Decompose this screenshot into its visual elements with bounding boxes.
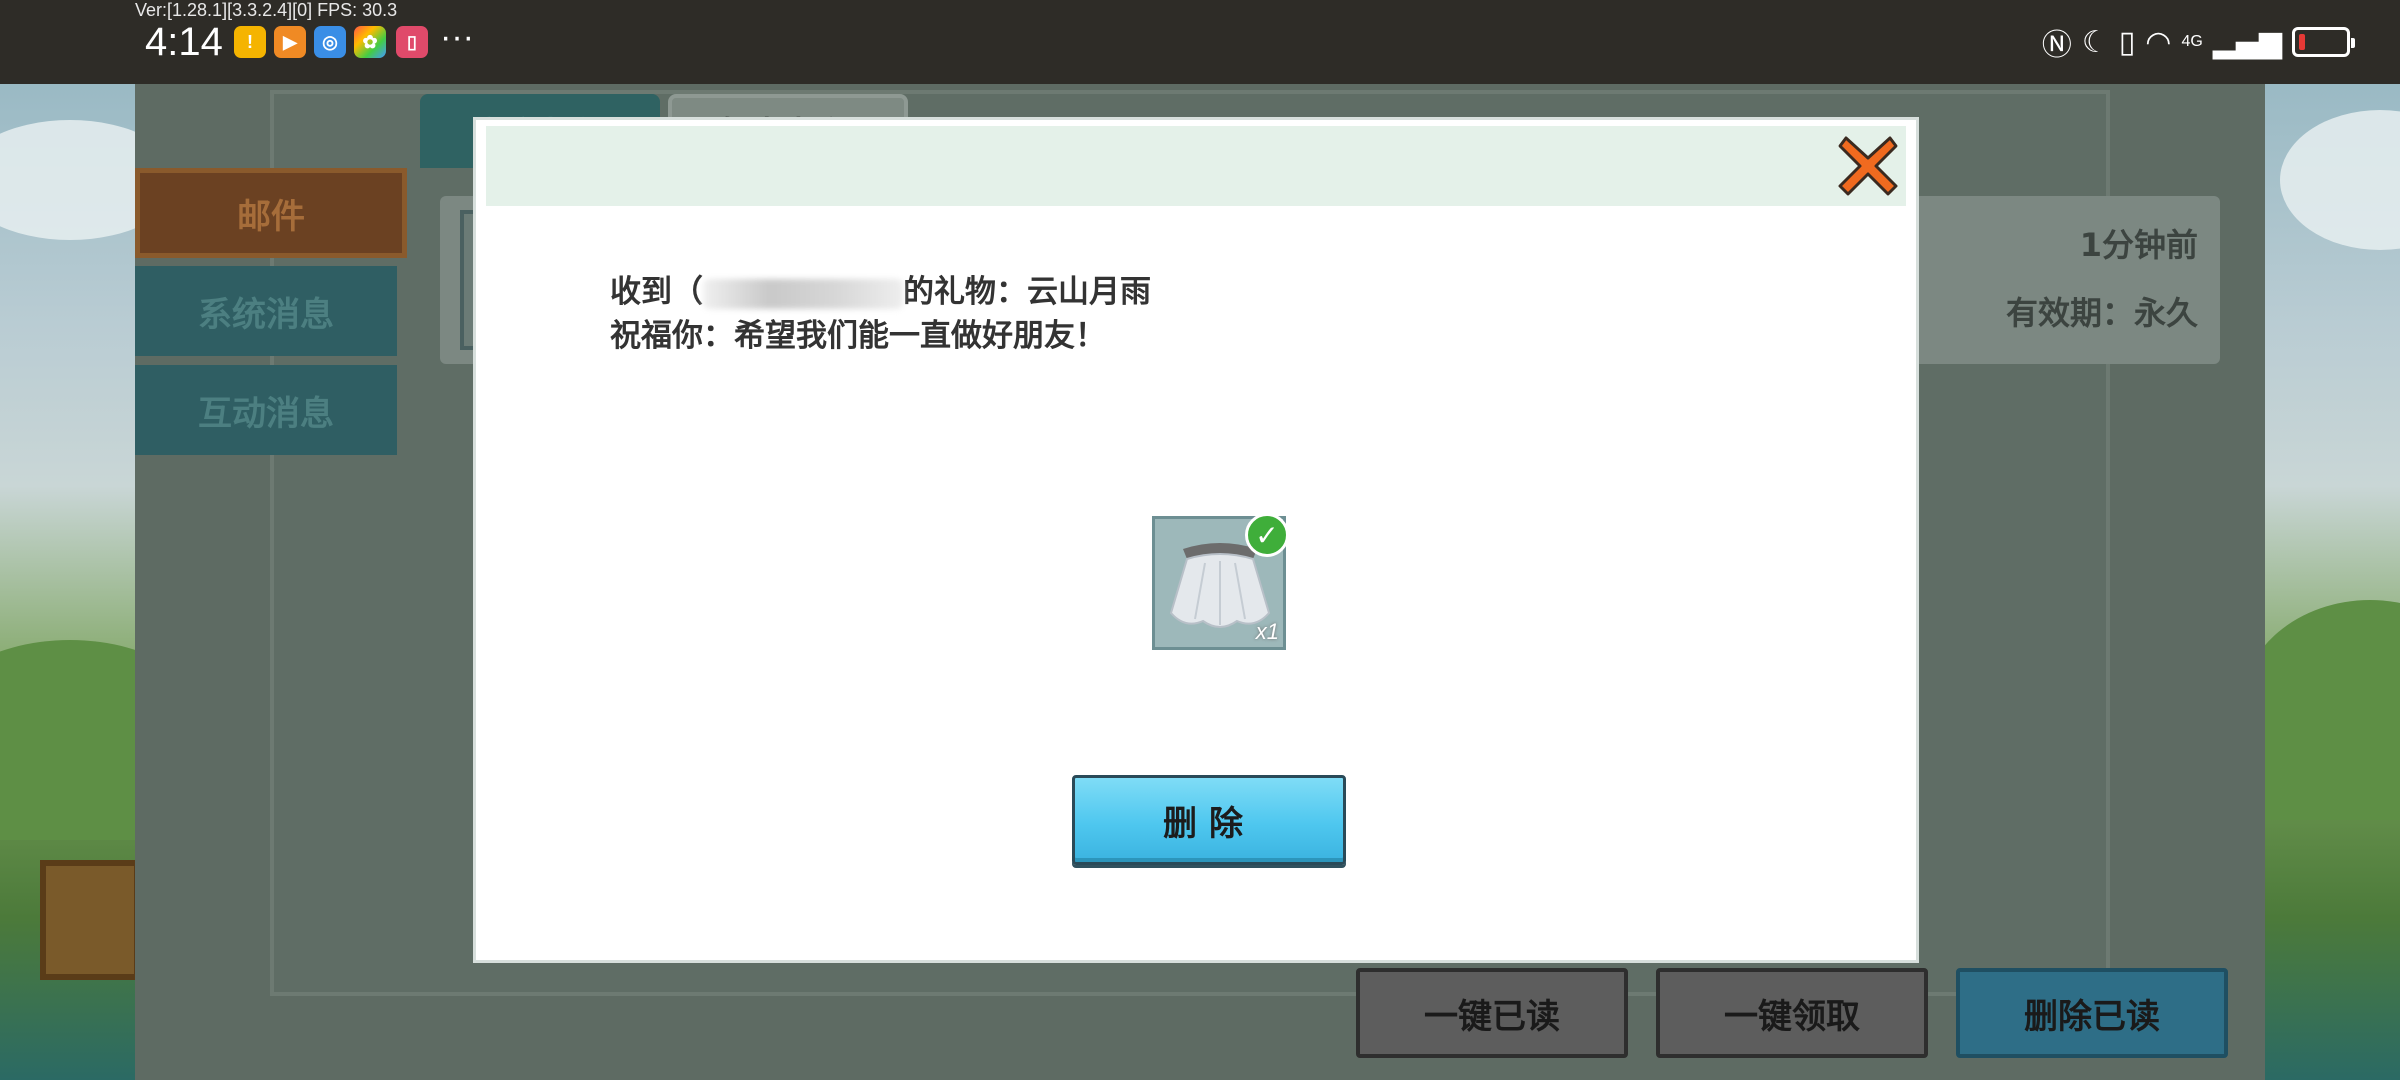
more-notifications-icon: ···: [440, 18, 474, 56]
gift-message-line-1: 收到（ 的礼物：云山月雨: [610, 270, 1151, 314]
mark-all-read-button[interactable]: 一键已读: [1356, 968, 1628, 1058]
network-type-label: 4G: [2181, 33, 2203, 50]
dialog-header: [486, 126, 1906, 206]
system-status-icons: Ⓝ ☾ ▯ ◠ 4G ▂▄▆: [2041, 20, 2355, 64]
delete-read-button[interactable]: 删除已读: [1956, 968, 2228, 1058]
vibrate-icon: ▯: [2118, 24, 2136, 60]
mail-expiry: 有效期：永久: [2005, 294, 2198, 332]
reader-notification-icon: ▯: [396, 26, 428, 58]
browser-notification-icon: ◎: [314, 26, 346, 58]
sidebar-item-system-messages[interactable]: 系统消息: [135, 266, 397, 356]
gift-message: 收到（ 的礼物：云山月雨 祝福你：希望我们能一直做好朋友！: [610, 270, 1151, 358]
battery-low-icon: [2292, 27, 2355, 57]
gift-mail-dialog: 收到（ 的礼物：云山月雨 祝福你：希望我们能一直做好朋友！ ✓ x1 删除: [476, 120, 1916, 960]
claimed-check-icon: ✓: [1245, 513, 1289, 557]
status-bar: Ver:[1.28.1][3.3.2.4][0] FPS: 30.3 4:14 …: [0, 0, 2400, 84]
version-fps-label: Ver:[1.28.1][3.3.2.4][0] FPS: 30.3: [135, 0, 398, 20]
gift-quantity: x1: [1255, 619, 1279, 644]
sidebar-item-mail[interactable]: 邮件: [135, 168, 407, 258]
video-app-notification-icon: ▶: [274, 26, 306, 58]
wifi-icon: ◠: [2145, 24, 2172, 60]
close-icon[interactable]: [1836, 134, 1900, 198]
sidebar-item-interaction-messages[interactable]: 互动消息: [135, 365, 397, 455]
gift-message-line-2: 祝福你：希望我们能一直做好朋友！: [610, 318, 1106, 354]
redacted-sender-name: [703, 278, 903, 309]
delete-button[interactable]: 删除: [1072, 775, 1346, 865]
signal-strength-icon: ▂▄▆: [2212, 24, 2282, 60]
claim-all-button[interactable]: 一键领取: [1656, 968, 1928, 1058]
gallery-notification-icon: ✿: [354, 26, 386, 58]
gift-message-prefix: 收到（: [610, 274, 703, 310]
gift-item-slot[interactable]: ✓ x1: [1152, 513, 1289, 650]
gift-message-suffix: 的礼物：云山月雨: [903, 274, 1151, 310]
status-time: 4:14: [145, 20, 223, 64]
alert-notification-icon: !: [234, 26, 266, 58]
nfc-icon: Ⓝ: [2041, 28, 2072, 63]
do-not-disturb-moon-icon: ☾: [2081, 24, 2109, 60]
mail-time: 1分钟前: [2079, 226, 2198, 264]
